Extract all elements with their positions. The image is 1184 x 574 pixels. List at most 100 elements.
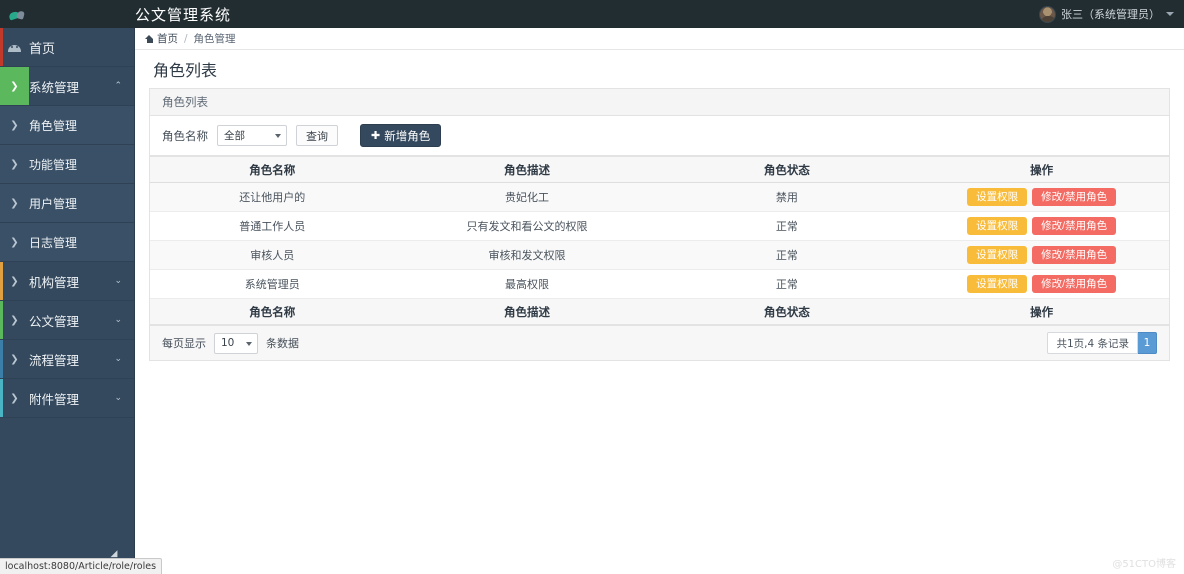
top-header-bar: 公文管理系统 张三（系统管理员） bbox=[0, 0, 1184, 28]
chevron-down-icon bbox=[1166, 12, 1174, 16]
cell-role-actions: 设置权限 修改/禁用角色 bbox=[914, 211, 1169, 241]
sidebar-item-log-management[interactable]: ❯ 日志管理 bbox=[0, 223, 134, 262]
column-header-status: 角色状态 bbox=[659, 156, 915, 183]
set-permission-button[interactable]: 设置权限 bbox=[967, 245, 1028, 265]
sidebar-item-document-management[interactable]: ❯ 公文管理 ⌄ bbox=[0, 301, 134, 340]
sidebar-item-label: 首页 bbox=[29, 41, 56, 57]
footer-column-name: 角色名称 bbox=[150, 298, 395, 325]
page-title-bar: 角色列表 bbox=[135, 50, 1184, 88]
breadcrumb: 首页 / 角色管理 bbox=[135, 28, 1184, 50]
set-permission-button[interactable]: 设置权限 bbox=[967, 216, 1028, 236]
column-header-ops: 操作 bbox=[914, 156, 1169, 183]
user-name-label: 张三（系统管理员） bbox=[1061, 8, 1160, 21]
chevron-down-icon bbox=[275, 134, 281, 138]
column-header-desc: 角色描述 bbox=[394, 156, 660, 183]
cloud-logo-icon bbox=[8, 6, 26, 22]
dashboard-icon bbox=[0, 28, 29, 66]
chevron-down-icon: ⌄ bbox=[114, 276, 122, 286]
cell-role-name: 审核人员 bbox=[150, 240, 395, 270]
sidebar-item-process-management[interactable]: ❯ 流程管理 ⌄ bbox=[0, 340, 134, 379]
cell-role-actions: 设置权限 修改/禁用角色 bbox=[914, 182, 1169, 212]
sidebar-item-role-management[interactable]: ❯ 角色管理 bbox=[0, 106, 134, 145]
chevron-down-icon bbox=[246, 341, 252, 346]
status-url: localhost:8080/Article/role/roles bbox=[5, 561, 157, 572]
sidebar-item-user-management[interactable]: ❯ 用户管理 bbox=[0, 184, 134, 223]
panel-heading: 角色列表 bbox=[150, 89, 1169, 116]
set-permission-button[interactable]: 设置权限 bbox=[967, 274, 1028, 294]
home-icon bbox=[145, 34, 154, 43]
sidebar-item-label: 机构管理 bbox=[29, 274, 80, 290]
application-window: 公文管理系统 张三（系统管理员） 首页 ❯ 系统管理 ⌃ ❯ 角色管理 ❯ 功能… bbox=[0, 0, 1184, 574]
table-footer: 角色名称 角色描述 角色状态 操作 bbox=[150, 298, 1169, 325]
app-title: 公文管理系统 bbox=[135, 5, 232, 24]
cell-role-name: 还让他用户的 bbox=[150, 182, 395, 212]
sidebar-item-label: 附件管理 bbox=[29, 391, 80, 407]
set-permission-button[interactable]: 设置权限 bbox=[967, 187, 1028, 207]
sidebar-navigation: 首页 ❯ 系统管理 ⌃ ❯ 角色管理 ❯ 功能管理 ❯ 用户管理 ❯ 日志管理 … bbox=[0, 28, 135, 574]
page-info-label: 共1页,4 条记录 bbox=[1047, 332, 1138, 354]
sidebar-item-label: 用户管理 bbox=[29, 196, 78, 211]
edit-disable-role-button[interactable]: 修改/禁用角色 bbox=[1032, 216, 1117, 236]
table-row[interactable]: 还让他用户的 贵妃化工 禁用 设置权限 修改/禁用角色 bbox=[150, 182, 1169, 212]
chevron-right-icon: ❯ bbox=[10, 119, 19, 131]
per-page-control: 每页显示 10 条数据 bbox=[162, 332, 299, 354]
per-page-suffix-label: 条数据 bbox=[266, 337, 299, 350]
cell-role-status: 正常 bbox=[659, 211, 915, 241]
chevron-right-icon: ❯ bbox=[10, 158, 19, 170]
add-role-button[interactable]: ✚ 新增角色 bbox=[360, 124, 442, 147]
brand-logo[interactable] bbox=[0, 0, 135, 28]
sidebar-item-home[interactable]: 首页 bbox=[0, 28, 134, 67]
breadcrumb-current: 角色管理 bbox=[193, 33, 236, 45]
watermark: @51CTO博客 bbox=[1112, 559, 1176, 570]
content-wrapper: 角色列表 角色名称 全部 查询 ✚ 新增角色 角色名称 角色描述 角色状态 操作… bbox=[135, 88, 1184, 361]
chevron-right-icon: ❯ bbox=[0, 67, 29, 105]
sidebar-item-org-management[interactable]: ❯ 机构管理 ⌄ bbox=[0, 262, 134, 301]
edit-disable-role-button[interactable]: 修改/禁用角色 bbox=[1032, 187, 1117, 207]
sidebar-item-function-management[interactable]: ❯ 功能管理 bbox=[0, 145, 134, 184]
cell-role-actions: 设置权限 修改/禁用角色 bbox=[914, 240, 1169, 270]
per-page-value: 10 bbox=[221, 337, 235, 349]
user-menu[interactable]: 张三（系统管理员） bbox=[1033, 0, 1184, 28]
sidebar-accent-bar bbox=[0, 262, 3, 300]
footer-column-status: 角色状态 bbox=[659, 298, 915, 325]
sidebar-item-label: 日志管理 bbox=[29, 235, 78, 250]
cell-role-status: 正常 bbox=[659, 269, 915, 299]
sidebar-item-attachment-management[interactable]: ❯ 附件管理 ⌄ bbox=[0, 379, 134, 418]
breadcrumb-home-link[interactable]: 首页 bbox=[157, 31, 178, 46]
filter-label: 角色名称 bbox=[162, 128, 208, 143]
cell-role-name: 系统管理员 bbox=[150, 269, 395, 299]
sidebar-item-label: 功能管理 bbox=[29, 157, 78, 172]
chevron-up-icon: ⌃ bbox=[114, 81, 122, 91]
table-row[interactable]: 审核人员 审核和发文权限 正常 设置权限 修改/禁用角色 bbox=[150, 240, 1169, 270]
sidebar-item-system-management[interactable]: ❯ 系统管理 ⌃ bbox=[0, 67, 134, 106]
sidebar-item-label: 流程管理 bbox=[29, 352, 80, 368]
chevron-right-icon: ❯ bbox=[10, 353, 19, 365]
edit-disable-role-button[interactable]: 修改/禁用角色 bbox=[1032, 245, 1117, 265]
cell-role-desc: 贵妃化工 bbox=[394, 182, 660, 212]
pagination-bar: 每页显示 10 条数据 共1页,4 条记录 1 bbox=[150, 325, 1169, 360]
roles-table: 角色名称 角色描述 角色状态 操作 还让他用户的 贵妃化工 禁用 设置权限 修改… bbox=[150, 156, 1169, 325]
main-content: 首页 / 角色管理 角色列表 角色列表 角色名称 全部 查询 ✚ 新增角色 角色… bbox=[135, 28, 1184, 574]
footer-column-desc: 角色描述 bbox=[394, 298, 660, 325]
cell-role-actions: 设置权限 修改/禁用角色 bbox=[914, 269, 1169, 299]
sidebar-accent-bar bbox=[0, 340, 3, 378]
sidebar-accent-bar bbox=[0, 301, 3, 339]
page-title: 角色列表 bbox=[153, 61, 218, 80]
chevron-down-icon: ⌄ bbox=[114, 315, 122, 325]
table-row[interactable]: 系统管理员 最高权限 正常 设置权限 修改/禁用角色 bbox=[150, 269, 1169, 299]
table-header-row: 角色名称 角色描述 角色状态 操作 bbox=[150, 156, 1169, 183]
per-page-select[interactable]: 10 bbox=[214, 332, 258, 354]
table-row[interactable]: 普通工作人员 只有发文和看公文的权限 正常 设置权限 修改/禁用角色 bbox=[150, 211, 1169, 241]
role-name-select-value: 全部 bbox=[224, 130, 245, 142]
cell-role-status: 禁用 bbox=[659, 182, 915, 212]
edit-disable-role-button[interactable]: 修改/禁用角色 bbox=[1032, 274, 1117, 294]
page-number-1[interactable]: 1 bbox=[1138, 332, 1157, 354]
sidebar-item-label: 系统管理 bbox=[29, 79, 80, 95]
chevron-right-icon: ❯ bbox=[10, 314, 19, 326]
role-name-select[interactable]: 全部 bbox=[217, 125, 287, 146]
query-button[interactable]: 查询 bbox=[296, 125, 338, 146]
chevron-right-icon: ❯ bbox=[10, 392, 19, 404]
chevron-right-icon: ❯ bbox=[10, 236, 19, 248]
add-role-label: 新增角色 bbox=[384, 128, 431, 143]
chevron-down-icon: ⌄ bbox=[114, 354, 122, 364]
